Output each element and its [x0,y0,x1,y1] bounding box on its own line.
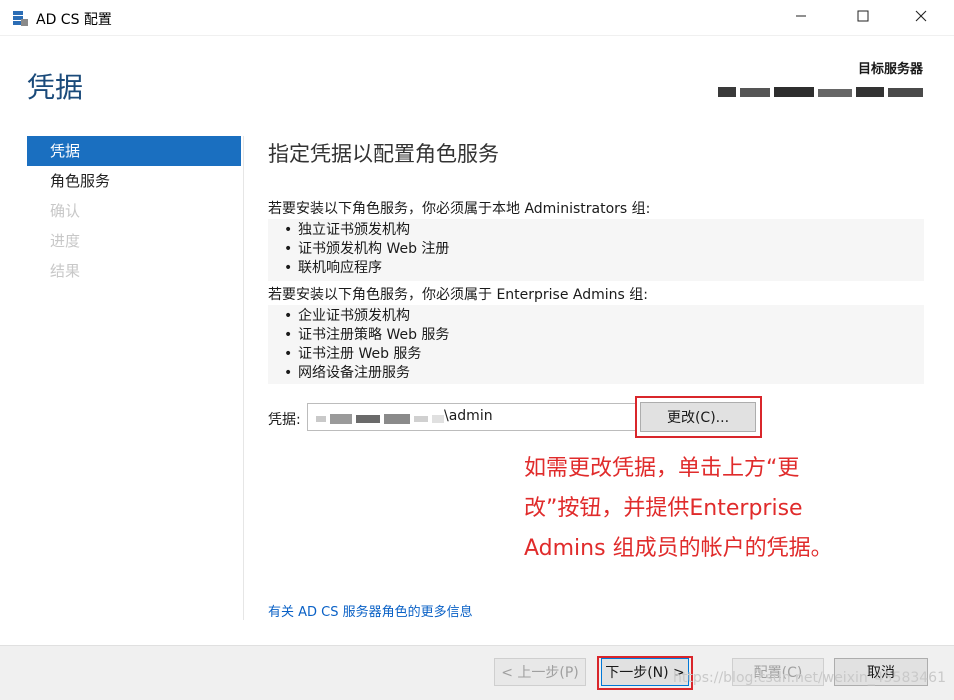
wizard-navigation: 凭据 角色服务 确认 进度 结果 [27,136,241,286]
credentials-username: \admin [444,408,493,424]
nav-item-progress: 进度 [50,232,81,250]
section-heading: 指定凭据以配置角色服务 [268,142,499,166]
nav-item-credentials[interactable]: 凭据 [27,136,241,166]
sidebar-divider [243,136,244,620]
section2-intro: 若要安装以下角色服务，你必须属于 Enterprise Admins 组: [268,287,648,303]
watermark: https://blog.csdn.net/weixin_45583461 [672,670,946,686]
minimize-icon [795,10,807,26]
previous-button[interactable]: < 上一步(P) [494,658,586,686]
more-info-link[interactable]: 有关 AD CS 服务器角色的更多信息 [268,601,473,620]
nav-item-confirmation: 确认 [50,202,81,220]
target-server-value-redacted [718,86,923,98]
maximize-button[interactable] [840,0,886,36]
section1-intro: 若要安装以下角色服务，你必须属于本地 Administrators 组: [268,201,651,217]
close-icon [915,10,927,26]
list-item: 独立证书颁发机构 [282,221,924,240]
server-icon [12,10,28,26]
main-content: 指定凭据以配置角色服务 [268,136,924,168]
list-item: 证书注册 Web 服务 [282,345,924,364]
highlight-frame [635,396,762,438]
nav-item-role-services[interactable]: 角色服务 [27,166,241,196]
credentials-field: \admin [307,403,637,431]
section2-list: 企业证书颁发机构 证书注册策略 Web 服务 证书注册 Web 服务 网络设备注… [268,305,924,384]
page-title: 凭据 [27,71,84,104]
list-item: 证书注册策略 Web 服务 [282,326,924,345]
credentials-domain-redacted [316,412,446,424]
minimize-button[interactable] [778,0,824,36]
list-item: 企业证书颁发机构 [282,307,924,326]
maximize-icon [857,10,869,26]
list-item: 联机响应程序 [282,259,924,278]
annotation-note: 如需更改凭据，单击上方“更改”按钮，并提供Enterprise Admins 组… [524,456,833,561]
list-item: 网络设备注册服务 [282,364,924,383]
credentials-label: 凭据: [268,412,301,428]
target-server-label: 目标服务器 [857,62,923,77]
window-title: AD CS 配置 [36,12,112,28]
title-bar: AD CS 配置 [0,0,954,36]
close-button[interactable] [898,0,944,36]
section1-list: 独立证书颁发机构 证书颁发机构 Web 注册 联机响应程序 [268,219,924,281]
list-item: 证书颁发机构 Web 注册 [282,240,924,259]
nav-item-results: 结果 [50,262,81,280]
